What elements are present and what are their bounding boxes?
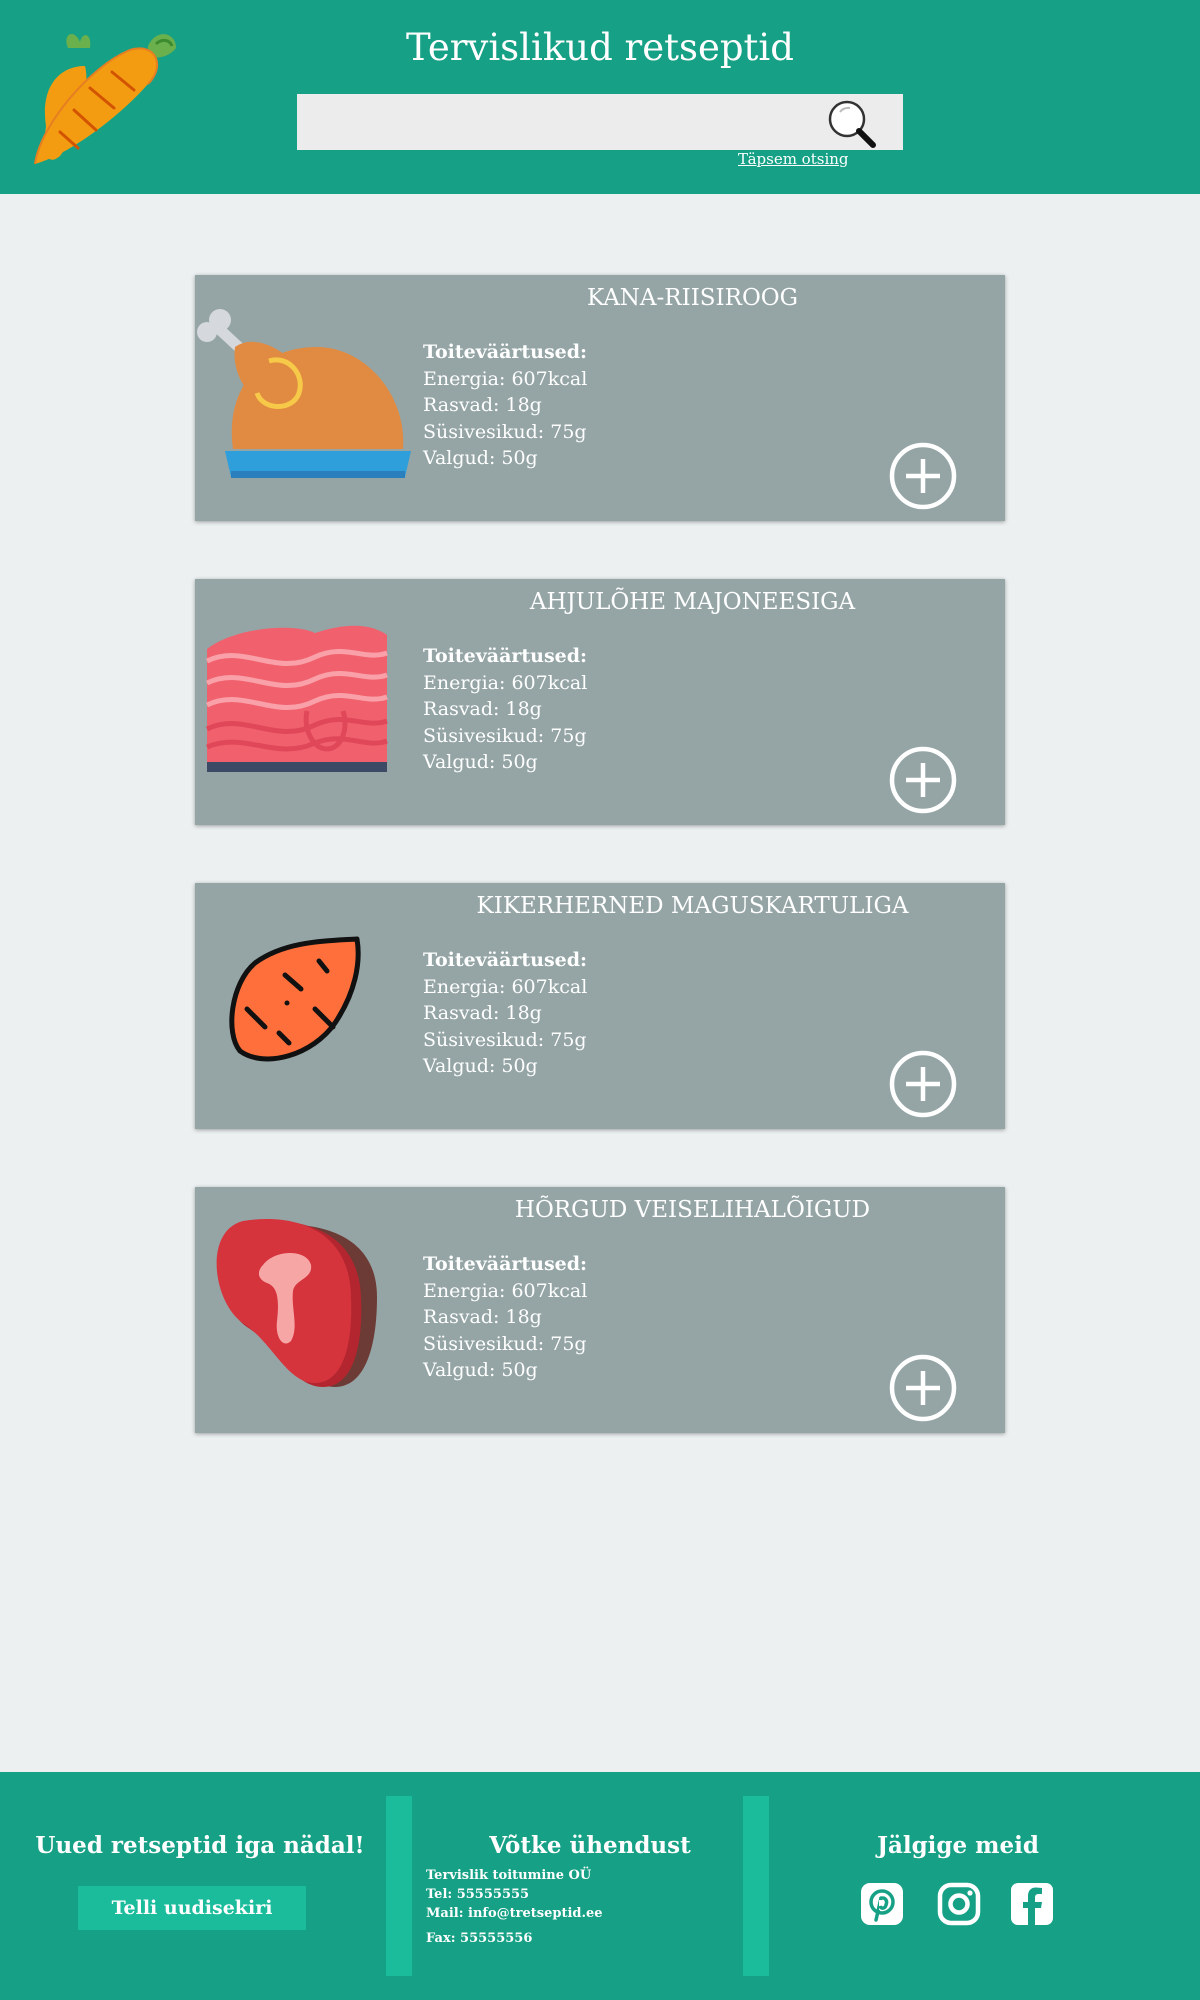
search-input[interactable] bbox=[297, 94, 837, 150]
site-header: Tervislikud retseptid Täpsem otsing bbox=[0, 0, 1200, 194]
energy-value: Energia: 607kcal bbox=[423, 367, 588, 390]
recipe-title: KIKERHERNED MAGUSKARTULIGA bbox=[476, 893, 909, 919]
add-recipe-button[interactable] bbox=[888, 745, 958, 815]
roast-chicken-icon bbox=[197, 309, 411, 478]
recipe-card[interactable]: KANA-RIISIROOG Toiteväärtused: Energia: … bbox=[195, 275, 1005, 521]
recipe-card[interactable]: KIKERHERNED MAGUSKARTULIGA Toiteväärtuse… bbox=[195, 883, 1005, 1129]
recipe-title: HÕRGUD VEISELIHALÕIGUD bbox=[514, 1197, 871, 1223]
advanced-search-link[interactable]: Täpsem otsing bbox=[738, 150, 849, 168]
search-bar bbox=[297, 94, 903, 150]
nutrition-heading: Toiteväärtused: bbox=[423, 949, 588, 971]
footer-divider bbox=[386, 1796, 412, 1976]
carbs-value: Süsivesikud: 75g bbox=[423, 1028, 587, 1051]
site-title: Tervislikud retseptid bbox=[406, 26, 794, 69]
recipe-title: KANA-RIISIROOG bbox=[586, 285, 799, 311]
newsletter-title: Uued retseptid iga nädal! bbox=[35, 1832, 365, 1859]
add-recipe-button[interactable] bbox=[888, 1049, 958, 1119]
footer-divider bbox=[743, 1796, 769, 1976]
fat-value: Rasvad: 18g bbox=[423, 1002, 542, 1024]
salmon-fillet-icon bbox=[205, 625, 388, 772]
nutrition-info: Toiteväärtused: Energia: 607kcal Rasvad:… bbox=[423, 643, 587, 776]
add-recipe-button[interactable] bbox=[888, 1353, 958, 1423]
site-footer: Uued retseptid iga nädal! Telli uudiseki… bbox=[0, 1772, 1200, 2000]
fat-value: Rasvad: 18g bbox=[423, 1306, 542, 1328]
protein-value: Valgud: 50g bbox=[423, 447, 538, 469]
nutrition-info: Toiteväärtused: Energia: 607kcal Rasvad:… bbox=[423, 947, 587, 1080]
contact-mail: Mail: info@tretseptid.ee bbox=[426, 1906, 603, 1921]
carbs-value: Süsivesikud: 75g bbox=[423, 1332, 587, 1355]
sweet-potato-icon bbox=[229, 936, 361, 1062]
nutrition-heading: Toiteväärtused: bbox=[423, 341, 588, 363]
carbs-value: Süsivesikud: 75g bbox=[423, 724, 587, 747]
contact-phone: Tel: 55555555 bbox=[426, 1887, 530, 1902]
protein-value: Valgud: 50g bbox=[423, 1359, 538, 1381]
nutrition-heading: Toiteväärtused: bbox=[423, 1253, 588, 1275]
energy-value: Energia: 607kcal bbox=[423, 1279, 588, 1302]
recipe-title: AHJULÕHE MAJONEESIGA bbox=[529, 589, 856, 615]
facebook-icon[interactable] bbox=[1010, 1882, 1054, 1926]
nutrition-info: Toiteväärtused: Energia: 607kcal Rasvad:… bbox=[423, 1251, 587, 1384]
fat-value: Rasvad: 18g bbox=[423, 698, 542, 720]
nutrition-info: Toiteväärtused: Energia: 607kcal Rasvad:… bbox=[423, 339, 587, 472]
recipe-card[interactable]: HÕRGUD VEISELIHALÕIGUD Toiteväärtused: E… bbox=[195, 1187, 1005, 1433]
add-recipe-button[interactable] bbox=[888, 441, 958, 511]
energy-value: Energia: 607kcal bbox=[423, 671, 588, 694]
energy-value: Energia: 607kcal bbox=[423, 975, 588, 998]
instagram-icon[interactable] bbox=[937, 1882, 981, 1926]
contact-fax: Fax: 55555556 bbox=[426, 1931, 533, 1946]
pinterest-icon[interactable] bbox=[860, 1882, 904, 1926]
fat-value: Rasvad: 18g bbox=[423, 394, 542, 416]
contact-company: Tervislik toitumine OÜ bbox=[426, 1868, 592, 1883]
search-icon[interactable] bbox=[826, 98, 878, 150]
protein-value: Valgud: 50g bbox=[423, 1055, 538, 1077]
newsletter-button[interactable]: Telli uudisekiri bbox=[78, 1886, 306, 1930]
beef-steak-icon bbox=[216, 1218, 377, 1387]
protein-value: Valgud: 50g bbox=[423, 751, 538, 773]
contact-title: Võtke ühendust bbox=[489, 1832, 691, 1859]
follow-title: Jälgige meid bbox=[877, 1832, 1039, 1859]
nutrition-heading: Toiteväärtused: bbox=[423, 645, 588, 667]
recipe-card[interactable]: AHJULÕHE MAJONEESIGA Toiteväärtused: Ene… bbox=[195, 579, 1005, 825]
carbs-value: Süsivesikud: 75g bbox=[423, 420, 587, 443]
